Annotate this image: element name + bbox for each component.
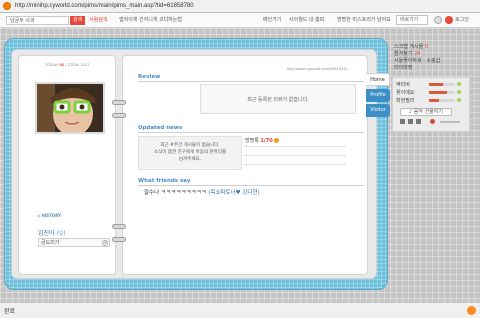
gift-music-button[interactable]: ♪ 음악 선물하기 (400, 108, 452, 116)
player-controls (400, 119, 464, 125)
toolbar-link-visited[interactable]: 방명한 미스프리가 남아요 (337, 16, 391, 25)
track-1-icon (457, 82, 461, 86)
mood-select[interactable]: 금도미기 + (38, 238, 110, 247)
binder-ring (112, 224, 126, 229)
binder-ring (112, 113, 126, 118)
updated-news-title: Updated news (138, 125, 183, 131)
new-badge-icon (273, 138, 279, 143)
address-bar: http://minihp.cyworld.com/pims/main/pims… (0, 0, 480, 13)
status-bar: 완료 (0, 302, 480, 318)
scrap-link[interactable]: 스크랩 게시물 0 (394, 43, 428, 50)
news-line: 남겨주세요. (178, 157, 202, 162)
news-line: 소식이 뜸한 친구에게 마음의 한마디를 (154, 150, 226, 155)
track-3[interactable]: 최현필리 (396, 97, 414, 104)
status-text: 완료 (4, 308, 16, 315)
divider (245, 146, 345, 147)
shop-link[interactable]: 서울좋아하세 · 소핑샵 (394, 57, 440, 64)
friend-comment: 잘수나 ㅋㅋㅋㅋㅋㅋㅋㅋㅋ (목쇼파토너♥ 강다현) (144, 190, 260, 196)
owner-name[interactable]: 임진아 (♀) (38, 228, 66, 237)
divider (138, 185, 364, 186)
shortcut-select[interactable]: 바로가기 (396, 15, 428, 25)
review-empty-box: 최근 등록된 리뷰가 없습니다. (200, 84, 356, 114)
url-text[interactable]: http://minihp.cyworld.com/pims/main/pims… (15, 1, 315, 11)
toolbar-link-main[interactable]: 메인가기 (263, 16, 281, 25)
divider (138, 132, 364, 133)
browser-logo-icon (3, 2, 11, 10)
search-input[interactable]: 남궁두 사과 (6, 16, 69, 25)
track-1-bar (429, 83, 455, 86)
tab-visitor[interactable]: Visitor (366, 104, 390, 117)
tab-profile[interactable]: Profile (366, 89, 390, 102)
updated-news-box: 최근 #주간 게시물이 없습니다. 소식이 뜸한 친구에게 마음의 한마디를 남… (138, 136, 242, 170)
plus-icon[interactable]: + (102, 240, 108, 246)
toolbar-link-myhome[interactable]: 사이월드 내 홈피 (289, 16, 324, 25)
prev-icon[interactable] (400, 119, 405, 124)
volume-slider[interactable] (440, 121, 460, 123)
track-2-bar (429, 91, 455, 94)
track-2[interactable]: 꽃이에요 (396, 89, 414, 96)
news-line: 최근 #주간 게시물이 없습니다. (160, 143, 220, 148)
site-toolbar: 남궁두 사과 검색 사람검색 앱자이게 건지니게 코디하는법 메인가기 사이월드… (0, 13, 480, 28)
search-button[interactable]: 검색 (70, 16, 85, 25)
guestbook-link[interactable]: 방명록 1/70 (245, 137, 279, 144)
browser-logo-icon (467, 306, 476, 315)
review-title: Review (138, 74, 161, 80)
settings-icon[interactable] (434, 16, 442, 24)
divider (245, 164, 345, 165)
friends-say-title: What friends say (138, 178, 191, 184)
binder-ring (112, 237, 126, 242)
favorites-link[interactable]: 즐겨찾기 24 (394, 50, 420, 57)
stop-icon[interactable] (408, 119, 413, 124)
toolbar-link-coordi[interactable]: 앱자이게 건지니게 코디하는법 (119, 16, 182, 25)
history-label[interactable]: ▸ HISTORY (38, 213, 61, 218)
profile-photo (35, 82, 105, 134)
login-button[interactable]: 로그인 (455, 16, 469, 25)
homepage-url[interactable]: http://www.cyworld.com/29413441 (287, 66, 348, 71)
track-3-bar (429, 99, 455, 102)
binder-ring (112, 100, 126, 105)
market-link[interactable]: 미이마켓 (394, 64, 412, 71)
tab-home[interactable]: Home (366, 73, 390, 86)
track-1[interactable]: 엑티버 (396, 81, 410, 88)
login-icon (445, 16, 453, 24)
track-3-icon (457, 98, 461, 102)
divider (138, 81, 364, 82)
divider (245, 155, 345, 156)
person-search-link[interactable]: 사람검색 (89, 16, 107, 25)
play-icon[interactable] (430, 119, 435, 124)
next-icon[interactable] (416, 119, 421, 124)
track-2-icon (457, 90, 461, 94)
visitor-counter: TODAY 93 | TOTAL 3127 (45, 62, 90, 67)
